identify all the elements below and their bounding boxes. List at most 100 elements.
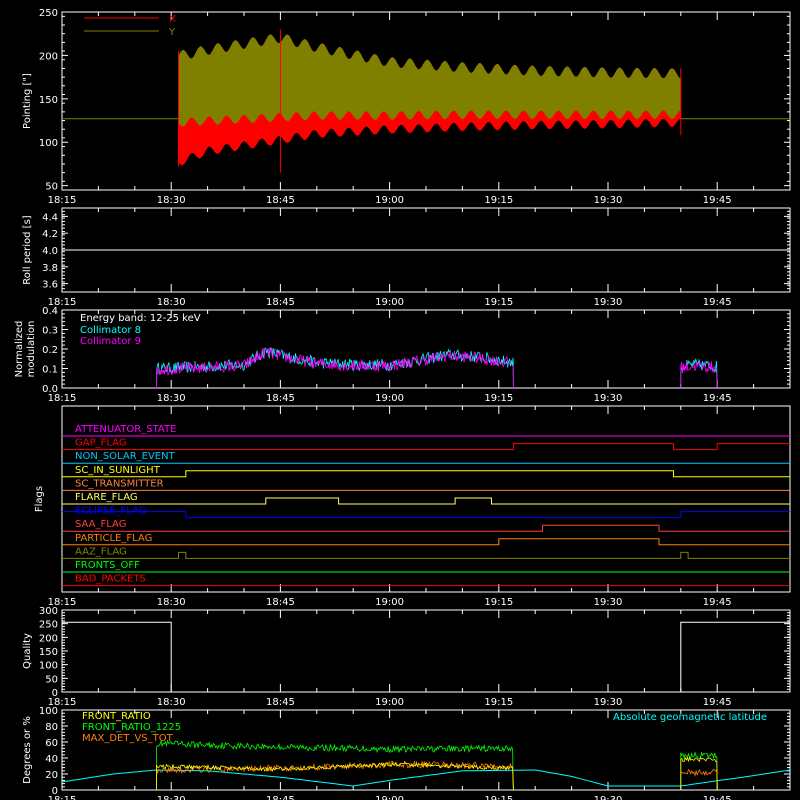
time-tick-label: 18:30 — [157, 795, 186, 800]
flag-trace — [62, 511, 790, 519]
panel-ratios: 18:1518:3018:4519:0019:1519:3019:4502040… — [22, 706, 791, 800]
y-tick-label: 80 — [45, 722, 58, 733]
time-tick-label: 19:15 — [484, 393, 513, 404]
y-tick-label: 0 — [52, 688, 58, 699]
time-tick-label: 18:30 — [157, 697, 186, 708]
y-axis-label: Pointing ["] — [22, 73, 33, 129]
collimator-9-series — [156, 347, 718, 389]
flag-trace — [62, 551, 790, 559]
time-tick-label: 19:45 — [703, 795, 732, 800]
y-tick-label: 150 — [39, 95, 58, 106]
y-tick-label: 3.6 — [42, 280, 58, 291]
time-tick-label: 19:15 — [484, 697, 513, 708]
y-tick-label: 0.3 — [42, 326, 58, 337]
time-tick-label: 18:45 — [266, 297, 295, 308]
time-tick-label: 19:00 — [375, 393, 404, 404]
legend-entry: Collimator 9 — [80, 336, 141, 347]
legend-entry: FRONT_RATIO_1225 — [82, 722, 181, 733]
y-tick-label: 0.4 — [42, 306, 58, 317]
panel-flags: 18:15 18:30 18:45 19:00 19:15 19:30 19:45Flags… — [34, 405, 791, 608]
time-tick-label: 19:00 — [375, 597, 404, 608]
flag-label: ECLIPSE_FLAG — [75, 506, 146, 517]
legend-entry: X — [169, 14, 176, 25]
y-axis-label: Quality — [22, 633, 33, 669]
y-tick-label: 100 — [39, 706, 58, 717]
time-tick-label: 19:15 — [484, 597, 513, 608]
latitude-annotation: Absolute geomagnetic latitude — [613, 712, 767, 723]
y-tick-label: 40 — [45, 754, 58, 765]
time-tick-label: 19:00 — [375, 195, 404, 206]
panel-modulation: 18:15 18:30 18:45 19:00 19:15 19:30 19:450.00.… — [14, 306, 791, 404]
y-axis-label: Degrees or % — [22, 716, 33, 784]
time-tick-label: 18:45 — [266, 195, 295, 206]
y-tick-label: 200 — [39, 51, 58, 62]
y-tick-label: 0 — [52, 786, 58, 797]
time-tick-label: 19:30 — [594, 297, 623, 308]
flag-label: AAZ_FLAG — [75, 546, 127, 557]
time-tick-label: 19:45 — [703, 297, 732, 308]
flag-label: FRONTS_OFF — [75, 560, 140, 571]
legend-entry: Y — [168, 27, 176, 38]
y-tick-label: 200 — [39, 633, 58, 644]
flag-label: SC_IN_SUNLIGHT — [75, 465, 161, 476]
time-tick-label: 18:45 — [266, 697, 295, 708]
y-tick-label: 300 — [39, 606, 58, 617]
panel-roll_period: 18:15 18:30 18:45 19:00 19:15 19:30 19:453.63.… — [22, 207, 791, 308]
time-tick-label: 19:30 — [594, 597, 623, 608]
y-tick-label: 4.0 — [42, 246, 58, 257]
y-axis-label: Normalized — [14, 321, 25, 378]
flag-label: NON_SOLAR_EVENT — [75, 451, 176, 462]
y-tick-label: 0.0 — [42, 384, 58, 395]
y-tick-label: 250 — [39, 8, 58, 19]
y-tick-label: 4.2 — [42, 229, 58, 240]
flag-label: ATTENUATOR_STATE — [75, 424, 176, 435]
time-tick-label: 18:30 — [157, 195, 186, 206]
y-tick-label: 250 — [39, 620, 58, 631]
time-tick-label: 19:00 — [375, 697, 404, 708]
y-axis-label: modulation — [26, 321, 37, 378]
y-tick-label: 50 — [45, 674, 58, 685]
time-tick-label: 19:15 — [484, 195, 513, 206]
time-tick-label: 18:30 — [157, 393, 186, 404]
time-tick-label: 19:45 — [703, 393, 732, 404]
flag-label: PARTICLE_FLAG — [75, 533, 152, 544]
time-tick-label: 19:00 — [375, 795, 404, 800]
time-tick-label: 18:30 — [157, 597, 186, 608]
flag-trace — [62, 538, 790, 546]
flag-trace — [62, 470, 790, 478]
time-tick-label: 18:45 — [266, 393, 295, 404]
time-tick-label: 19:45 — [703, 195, 732, 206]
time-tick-label: 19:00 — [375, 297, 404, 308]
time-tick-label: 19:15 — [484, 795, 513, 800]
time-tick-label: 19:30 — [594, 393, 623, 404]
y-tick-label: 100 — [39, 661, 58, 672]
time-tick-label: 19:15 — [484, 297, 513, 308]
y-tick-label: 150 — [39, 647, 58, 658]
observing-summary-chart: 18:15 18:30 18:45 19:00 19:15 19:30 19:45 50 100… — [14, 8, 791, 800]
y-tick-label: 60 — [45, 738, 58, 749]
y-pointing-band — [178, 34, 682, 127]
y-tick-label: 100 — [39, 138, 58, 149]
flag-label: FLARE_FLAG — [75, 492, 138, 503]
time-tick-label: 19:45 — [703, 697, 732, 708]
panel-pointing: 18:15 18:30 18:45 19:00 19:15 19:30 19:45 50 100… — [22, 8, 791, 206]
y-tick-label: 20 — [45, 770, 58, 781]
y-tick-label: 50 — [45, 182, 58, 193]
energy-band-annotation: Energy band: 12-25 keV — [80, 313, 201, 324]
quality-line — [62, 621, 790, 693]
y-tick-label: 0.1 — [42, 365, 58, 376]
flag-trace — [62, 524, 790, 532]
y-tick-label: 0.2 — [42, 345, 58, 356]
time-tick-label: 19:30 — [594, 795, 623, 800]
flag-trace — [62, 443, 790, 451]
flag-label: SAA_FLAG — [75, 519, 126, 530]
flag-label: BAD_PACKETS — [75, 574, 146, 585]
time-tick-label: 19:30 — [594, 195, 623, 206]
time-tick-label: 18:30 — [157, 297, 186, 308]
y-tick-label: 3.8 — [42, 263, 58, 274]
time-tick-label: 19:45 — [703, 597, 732, 608]
legend-entry: Collimator 8 — [80, 325, 141, 336]
legend-entry: FRONT_RATIO — [82, 711, 151, 722]
y-axis-label: Roll period [s] — [22, 215, 33, 284]
time-tick-label: 19:30 — [594, 697, 623, 708]
